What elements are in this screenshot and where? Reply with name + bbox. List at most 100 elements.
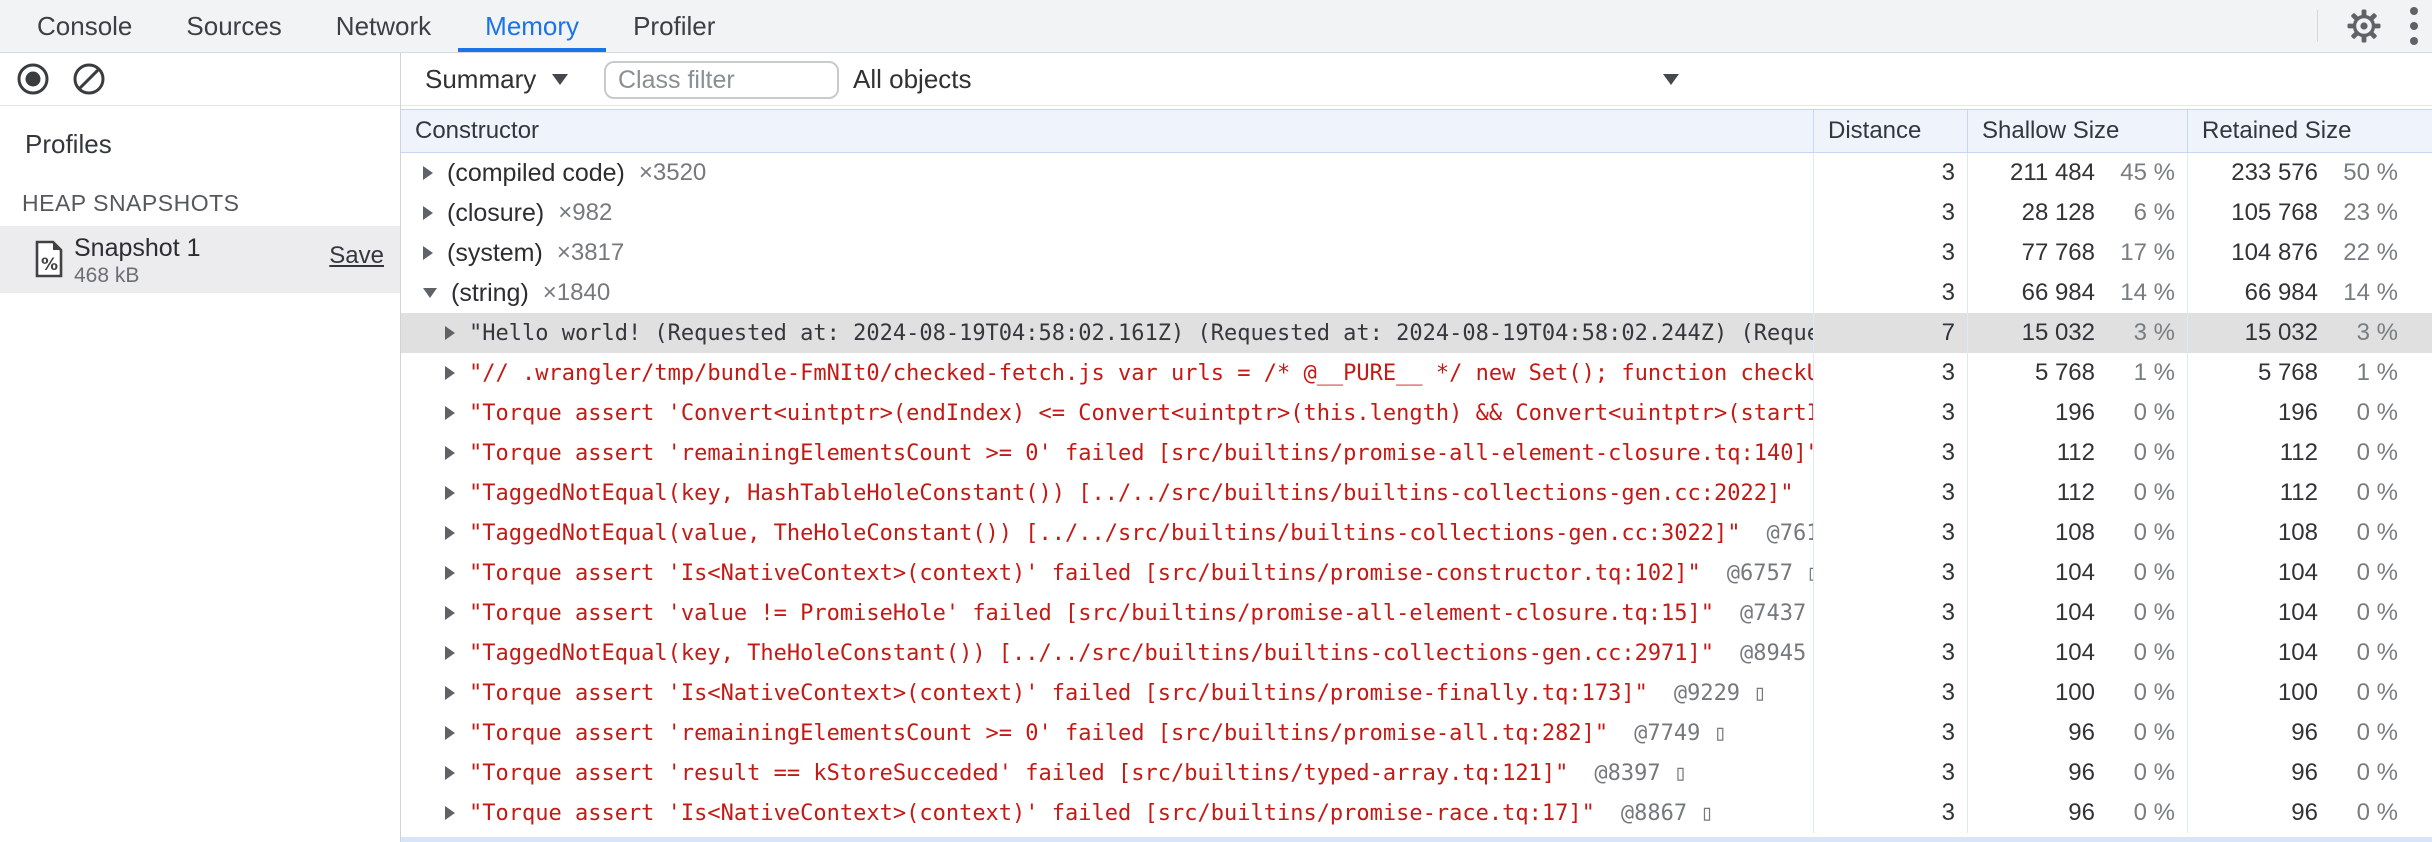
retained-size-value: 15 032 (2244, 319, 2318, 346)
perspective-select-label: Summary (425, 63, 537, 94)
table-row[interactable]: "Torque assert 'Convert<uintptr>(endInde… (401, 393, 2432, 433)
shallow-size-percent: 0 % (2133, 519, 2175, 546)
constructor-cell: "Torque assert 'result == kStoreSucceded… (401, 753, 1813, 793)
table-row[interactable]: (string) ×1840 3 66 984 14 % 66 984 14 % (401, 273, 2432, 313)
sidebar-item-snapshot-1[interactable]: % Snapshot 1 468 kB Save (0, 226, 400, 293)
retained-size-cell: 66 984 14 % (2187, 273, 2432, 313)
shallow-size-percent: 17 % (2120, 239, 2175, 266)
table-row[interactable]: "Torque assert 'Is<NativeContext>(contex… (401, 553, 2432, 593)
table-row[interactable]: "TaggedNotEqual(key, TheHoleConstant()) … (401, 633, 2432, 673)
retained-size-value: 66 984 (2244, 279, 2318, 306)
instance-count: ×3817 (556, 239, 625, 266)
retained-size-percent: 0 % (2356, 759, 2398, 786)
column-header-distance[interactable]: Distance (1813, 110, 1967, 152)
save-snapshot-link[interactable]: Save (329, 242, 384, 270)
table-row[interactable]: "Torque assert 'Is<NativeContext>(contex… (401, 793, 2432, 833)
expand-arrow-icon[interactable] (445, 406, 455, 420)
retained-size-cell: 233 576 50 % (2187, 153, 2432, 193)
table-row[interactable]: "// .wrangler/tmp/bundle-FmNIt0/checked-… (401, 353, 2432, 393)
tabbar-right-controls (2317, 0, 2418, 52)
expand-arrow-icon[interactable] (445, 486, 455, 500)
retained-size-percent: 1 % (2356, 359, 2398, 386)
tab-network[interactable]: Network (309, 0, 458, 52)
perspective-select[interactable]: Summary (425, 53, 569, 105)
table-row[interactable]: "Torque assert 'Is<NativeContext>(contex… (401, 673, 2432, 713)
retained-size-cell: 5 768 1 % (2187, 353, 2432, 393)
distance-cell: 3 (1813, 433, 1967, 473)
expand-arrow-icon[interactable] (445, 806, 455, 820)
constructor-cell: "Torque assert 'remainingElementsCount >… (401, 713, 1813, 753)
table-row[interactable]: "Torque assert 'remainingElementsCount >… (401, 713, 2432, 753)
tab-profiler[interactable]: Profiler (606, 0, 742, 52)
grid-header: Constructor Distance Shallow Size Retain… (401, 109, 2432, 153)
retained-size-percent: 0 % (2356, 519, 2398, 546)
retained-size-percent: 0 % (2356, 559, 2398, 586)
expand-arrow-icon[interactable] (445, 326, 455, 340)
expand-arrow-icon[interactable] (445, 526, 455, 540)
constructor-label: (compiled code) (447, 158, 625, 187)
column-header-shallow-size[interactable]: Shallow Size (1967, 110, 2187, 152)
tab-memory[interactable]: Memory (458, 0, 607, 52)
retained-size-value: 96 (2291, 719, 2318, 746)
table-row[interactable]: "Torque assert 'result == kStoreSucceded… (401, 753, 2432, 793)
distance-cell: 3 (1813, 593, 1967, 633)
shallow-size-cell: 211 484 45 % (1967, 153, 2187, 193)
table-row[interactable]: "TaggedNotEqual(value, TheHoleConstant()… (401, 513, 2432, 553)
clear-icon[interactable] (72, 62, 106, 96)
record-icon[interactable] (16, 62, 50, 96)
expand-arrow-icon[interactable] (445, 726, 455, 740)
expand-arrow-icon[interactable] (423, 246, 433, 260)
shallow-size-percent: 14 % (2120, 279, 2175, 306)
gear-icon[interactable] (2346, 8, 2382, 44)
constructor-label: "Torque assert 'value != PromiseHole' fa… (469, 600, 1715, 626)
shallow-size-percent: 45 % (2120, 159, 2175, 186)
expand-arrow-icon[interactable] (445, 366, 455, 380)
grid-rows: (compiled code) ×3520 3 211 484 45 % 233 576 5… (401, 153, 2432, 833)
expand-arrow-icon[interactable] (445, 766, 455, 780)
constructor-label: "Torque assert 'remainingElementsCount >… (469, 720, 1609, 746)
shallow-size-value: 112 (2056, 479, 2095, 506)
expand-arrow-icon[interactable] (423, 206, 433, 220)
expand-arrow-icon[interactable] (445, 566, 455, 580)
retained-size-value: 96 (2291, 799, 2318, 826)
svg-text:%: % (41, 255, 58, 275)
constructor-label: (string) (451, 278, 529, 307)
column-header-retained-size[interactable]: Retained Size (2187, 110, 2432, 152)
constructor-label: (system) (447, 238, 543, 267)
constructor-label: "Hello world! (Requested at: 2024-08-19T… (469, 320, 1813, 346)
table-row[interactable]: "Torque assert 'remainingElementsCount >… (401, 433, 2432, 473)
object-id: @7749 ▯ (1634, 720, 1727, 746)
shallow-size-cell: 66 984 14 % (1967, 273, 2187, 313)
retained-size-value: 104 (2277, 559, 2318, 586)
class-filter-input[interactable] (604, 61, 839, 99)
table-row[interactable]: "TaggedNotEqual(key, HashTableHoleConsta… (401, 473, 2432, 513)
retained-size-percent: 0 % (2356, 719, 2398, 746)
shallow-size-value: 15 032 (2021, 319, 2095, 346)
expand-arrow-icon[interactable] (445, 446, 455, 460)
base-select[interactable]: All objects (853, 53, 1693, 105)
shallow-size-percent: 0 % (2133, 559, 2175, 586)
table-row[interactable]: (system) ×3817 3 77 768 17 % 104 876 22 % (401, 233, 2432, 273)
collapse-arrow-icon[interactable] (423, 288, 437, 298)
column-header-constructor[interactable]: Constructor (401, 110, 1813, 152)
expand-arrow-icon[interactable] (423, 166, 433, 180)
expand-arrow-icon[interactable] (445, 686, 455, 700)
retained-size-value: 112 (2279, 479, 2318, 506)
table-row[interactable]: "Hello world! (Requested at: 2024-08-19T… (401, 313, 2432, 353)
expand-arrow-icon[interactable] (445, 606, 455, 620)
shallow-size-value: 108 (2054, 519, 2095, 546)
tab-sources[interactable]: Sources (159, 0, 308, 52)
table-row[interactable]: (closure) ×982 3 28 128 6 % 105 768 23 % (401, 193, 2432, 233)
retained-size-cell: 96 0 % (2187, 753, 2432, 793)
shallow-size-percent: 3 % (2133, 319, 2175, 346)
expand-arrow-icon[interactable] (445, 646, 455, 660)
shallow-size-value: 112 (2056, 439, 2095, 466)
tab-console[interactable]: Console (10, 0, 159, 52)
shallow-size-cell: 5 768 1 % (1967, 353, 2187, 393)
retained-size-percent: 0 % (2356, 799, 2398, 826)
table-row[interactable]: "Torque assert 'value != PromiseHole' fa… (401, 593, 2432, 633)
distance-cell: 3 (1813, 713, 1967, 753)
constructor-cell: "Hello world! (Requested at: 2024-08-19T… (401, 313, 1813, 353)
table-row[interactable]: (compiled code) ×3520 3 211 484 45 % 233 576 5… (401, 153, 2432, 193)
kebab-menu-icon[interactable] (2410, 7, 2418, 45)
